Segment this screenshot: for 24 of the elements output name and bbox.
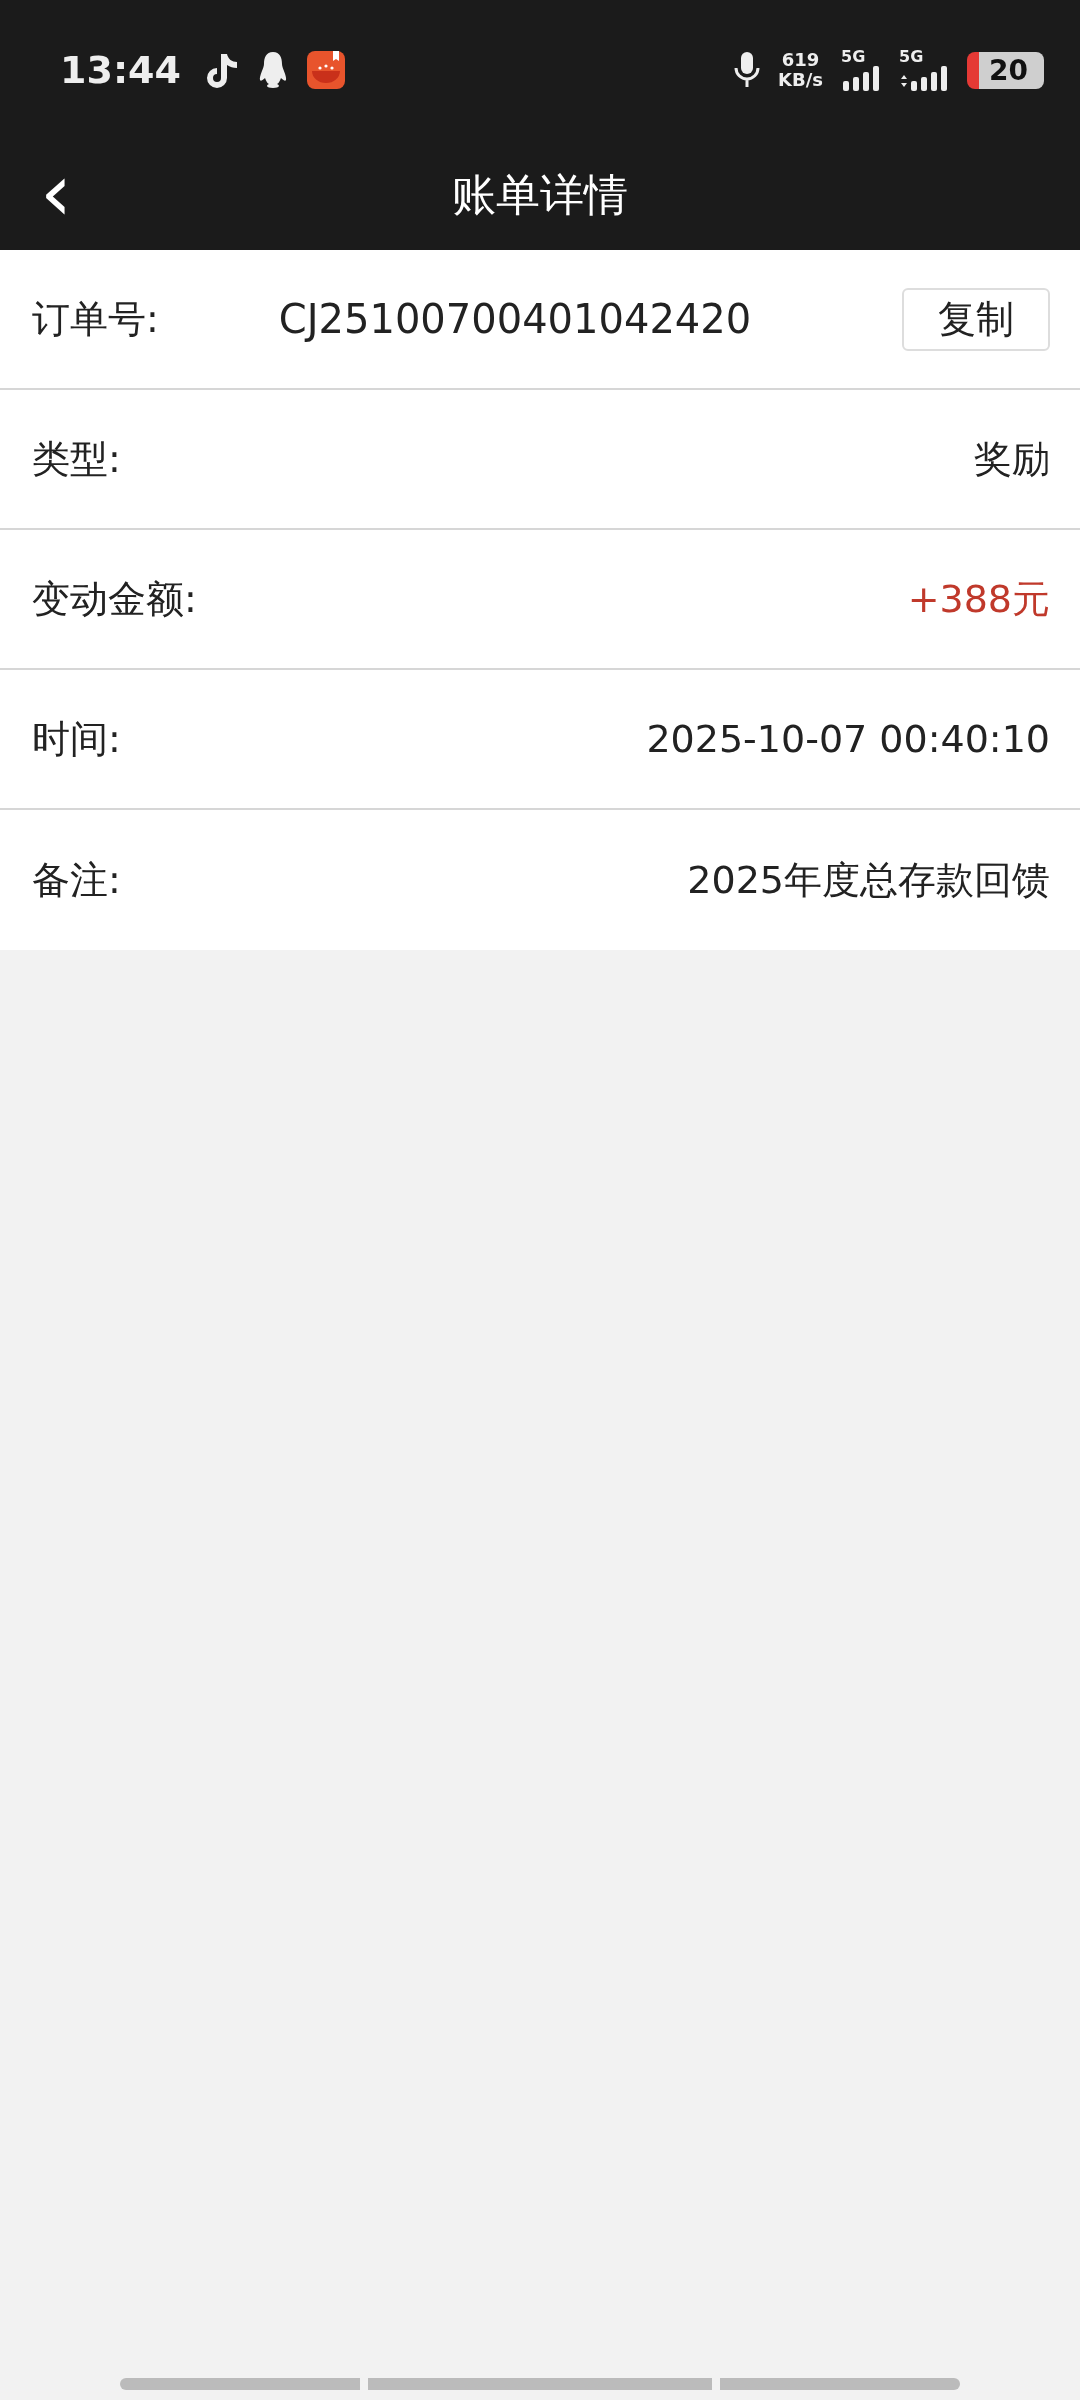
field-value: 2025年度总存款回馈 xyxy=(687,856,1050,904)
amount-value: +388元 xyxy=(907,575,1050,623)
order-number: CJ25100700401042420 xyxy=(278,296,752,342)
page-title: 账单详情 xyxy=(452,167,628,222)
signal-icon xyxy=(899,65,950,91)
back-button[interactable]: ‹ xyxy=(30,158,82,228)
field-label: 订单号: xyxy=(32,295,159,343)
field-label: 备注: xyxy=(32,856,121,904)
network-speed: 619 xyxy=(781,50,820,70)
battery-indicator: 20 xyxy=(967,51,1044,89)
clock: 13:44 xyxy=(60,48,181,92)
speed-unit: KB/s xyxy=(778,70,824,90)
field-value: 奖励 xyxy=(974,435,1050,483)
signal-icon xyxy=(841,65,882,91)
network-type: 5G xyxy=(841,49,866,65)
field-label: 时间: xyxy=(32,715,121,763)
microphone-icon xyxy=(734,50,761,90)
field-label: 变动金额: xyxy=(32,575,197,623)
network-type: 5G xyxy=(899,49,924,65)
tomato-app-icon xyxy=(306,51,345,89)
field-label: 类型: xyxy=(32,435,121,483)
field-value: 2025-10-07 00:40:10 xyxy=(646,717,1050,761)
copy-button[interactable]: 复制 xyxy=(902,287,1050,351)
home-indicator[interactable] xyxy=(120,2378,960,2390)
